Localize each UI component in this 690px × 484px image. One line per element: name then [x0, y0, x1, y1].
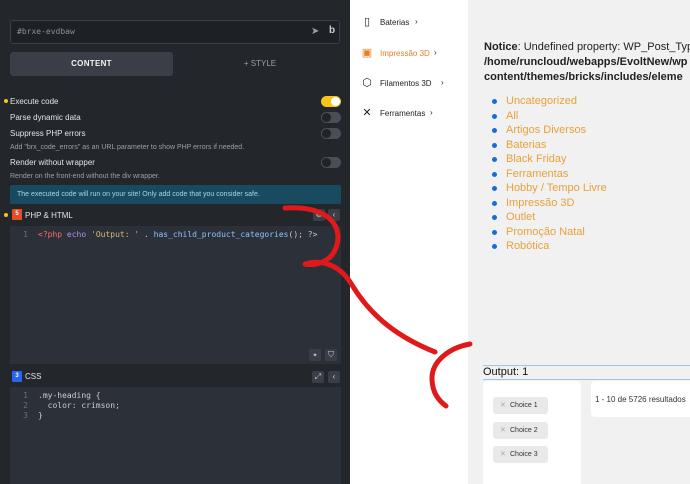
tab-content[interactable]: CONTENT	[10, 52, 173, 76]
line-gutter: 1	[23, 230, 28, 239]
nav-item-label: Impressão 3D	[380, 49, 430, 58]
expand-icon[interactable]: ⤢	[312, 371, 324, 383]
security-warning: The executed code will run on your site!…	[10, 185, 341, 204]
choice-chip[interactable]: ✕ Choice 2	[493, 422, 548, 439]
magic-wand-icon[interactable]: ✦	[309, 349, 321, 361]
css-line-gutter: 1 2 3	[23, 391, 28, 420]
category-nav-menu: ▯ Baterias › ▣ Impressão 3D › ⬡ Filament…	[350, 0, 468, 484]
choice-chip[interactable]: ✕ Choice 3	[493, 446, 548, 463]
results-count: 1 - 10 de 5726 resultados	[591, 381, 690, 417]
close-icon: ✕	[500, 451, 506, 458]
php-code-editor[interactable]: 1 <?php echo 'Output: ' . has_child_prod…	[10, 226, 341, 364]
category-link[interactable]: All	[492, 109, 607, 124]
collapse-chevron-icon[interactable]: ‹	[328, 209, 340, 221]
suppress-errors-label: Suppress PHP errors	[10, 129, 86, 138]
category-link[interactable]: Baterias	[492, 138, 607, 153]
tools-icon: ✕	[362, 107, 372, 119]
hexagon-icon: ⬡	[362, 77, 372, 89]
category-link[interactable]: Hobby / Tempo Livre	[492, 181, 607, 196]
nav-item-baterias[interactable]: ▯ Baterias ›	[350, 12, 468, 34]
execute-code-label: Execute code	[10, 97, 59, 106]
nav-item-label: Ferramentas	[380, 109, 426, 118]
choice-chip[interactable]: ✕ Choice 1	[493, 397, 548, 414]
cursor-icon[interactable]: ➤	[311, 26, 319, 37]
php-notice: Notice: Undefined property: WP_Post_Typ …	[484, 41, 690, 83]
element-id-field[interactable]: #brxe-evdbaw ➤ b	[10, 20, 340, 44]
close-icon: ✕	[500, 402, 506, 409]
category-list: Uncategorized All Artigos Diversos Bater…	[492, 94, 607, 254]
chevron-right-icon: ›	[434, 48, 437, 57]
page-preview: Notice: Undefined property: WP_Post_Typ …	[468, 8, 690, 484]
chevron-right-icon: ›	[441, 78, 444, 87]
php-section-header[interactable]: 5 PHP & HTML ⚙ ‹	[0, 208, 350, 224]
element-id-text: #brxe-evdbaw	[17, 27, 75, 36]
code-output: Output: 1	[483, 365, 690, 380]
nav-item-label: Baterias	[380, 18, 410, 27]
render-wrapper-hint: Render on the front-end without the div …	[10, 173, 160, 180]
settings-icon[interactable]: ⚙	[313, 209, 325, 221]
css-section-header[interactable]: 3 CSS ⤢ ‹	[0, 369, 350, 385]
builder-panel: #brxe-evdbaw ➤ b CONTENT + STYLE Execute…	[0, 0, 350, 484]
bricks-logo-icon: b	[329, 25, 336, 36]
css3-icon: 3	[12, 371, 22, 382]
chevron-right-icon: ›	[415, 17, 418, 26]
tab-style[interactable]: + STYLE	[180, 52, 340, 76]
suppress-errors-hint: Add "brx_code_errors" as an URL paramete…	[10, 144, 245, 151]
filter-choices-card: ✕ Choice 1 ✕ Choice 2 ✕ Choice 3	[483, 381, 581, 484]
category-link[interactable]: Ferramentas	[492, 167, 607, 182]
close-icon: ✕	[500, 427, 506, 434]
render-without-wrapper-toggle[interactable]	[321, 157, 341, 168]
php-section-title: PHP & HTML	[25, 211, 73, 220]
battery-icon: ▯	[363, 16, 371, 28]
printer-3d-icon: ▣	[361, 47, 373, 59]
css-code-editor[interactable]: 1 2 3 .my-heading { color: crimson;}	[10, 387, 341, 484]
category-link[interactable]: Black Friday	[492, 152, 607, 167]
parse-dynamic-label: Parse dynamic data	[10, 113, 81, 122]
nav-item-impressao-3d[interactable]: ▣ Impressão 3D ›	[350, 43, 468, 65]
chevron-right-icon: ›	[430, 108, 433, 117]
parse-dynamic-toggle[interactable]	[321, 112, 341, 123]
css-section-title: CSS	[25, 372, 42, 381]
css-code-lines: .my-heading { color: crimson;}	[38, 391, 120, 420]
nav-item-ferramentas[interactable]: ✕ Ferramentas ›	[350, 103, 468, 125]
css-collapse-chevron-icon[interactable]: ‹	[328, 371, 340, 383]
execute-code-toggle[interactable]	[321, 96, 341, 107]
render-without-wrapper-label: Render without wrapper	[10, 158, 95, 167]
html5-icon: 5	[12, 209, 22, 220]
nav-item-filamentos-3d[interactable]: ⬡ Filamentos 3D ›	[350, 73, 468, 95]
category-link[interactable]: Robótica	[492, 239, 607, 254]
suppress-errors-toggle[interactable]	[321, 128, 341, 139]
category-link[interactable]: Outlet	[492, 210, 607, 225]
shield-icon[interactable]: ⛉	[325, 349, 337, 361]
category-link[interactable]: Uncategorized	[492, 94, 607, 109]
panel-tabs: CONTENT + STYLE	[10, 52, 340, 76]
php-code-line: <?php echo 'Output: ' . has_child_produc…	[38, 230, 318, 239]
category-link[interactable]: Artigos Diversos	[492, 123, 607, 138]
changed-indicator-dot	[4, 99, 8, 103]
category-link[interactable]: Promoção Natal	[492, 225, 607, 240]
nav-item-label: Filamentos 3D	[380, 79, 432, 88]
category-link[interactable]: Impressão 3D	[492, 196, 607, 211]
